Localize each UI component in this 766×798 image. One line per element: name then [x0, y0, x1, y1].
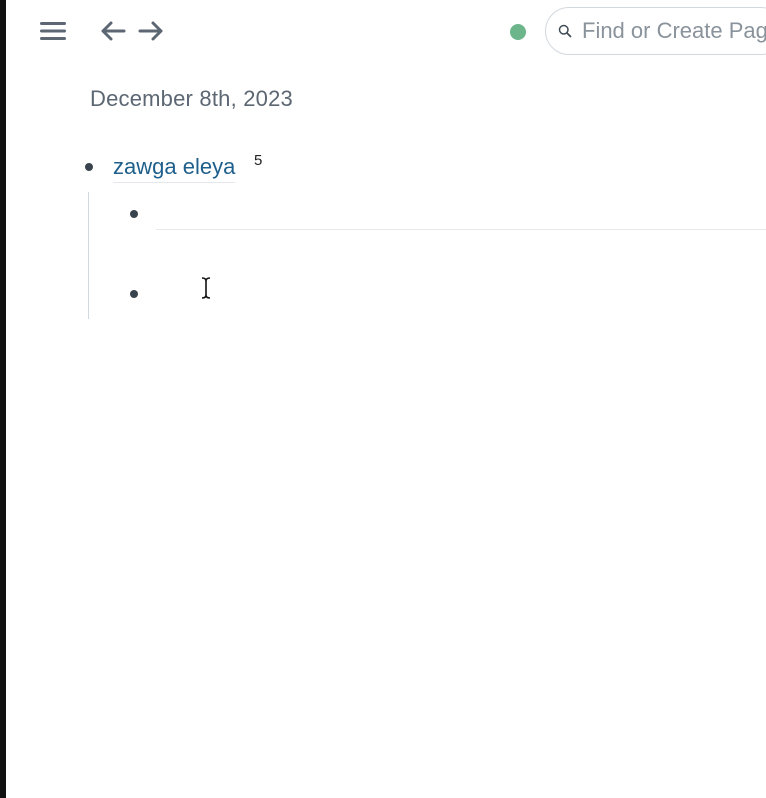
arrow-right-icon: [138, 21, 163, 41]
menu-button[interactable]: [36, 14, 70, 48]
child-block-bullet[interactable]: [130, 290, 138, 298]
topbar: [6, 0, 766, 64]
page-reference-link[interactable]: zawga eleya: [113, 154, 236, 183]
child-block[interactable]: [156, 279, 766, 309]
search-box[interactable]: [545, 7, 766, 55]
child-block-editor[interactable]: [156, 199, 766, 229]
children-guide-line[interactable]: [88, 192, 89, 319]
page-title: December 8th, 2023: [90, 86, 293, 111]
search-icon: [558, 24, 572, 38]
page-link-block: zawga eleya: [113, 154, 236, 183]
hamburger-menu-icon: [40, 22, 66, 40]
arrow-left-icon: [101, 21, 126, 41]
child-block-bullet[interactable]: [130, 210, 138, 218]
window-edge: [0, 0, 6, 798]
editor-underline: [156, 229, 766, 230]
reference-count[interactable]: 5: [254, 152, 262, 169]
text-cursor-icon: [201, 277, 211, 299]
sync-status-indicator: [510, 24, 526, 40]
back-button[interactable]: [96, 14, 130, 48]
block-bullet[interactable]: [85, 163, 93, 171]
search-input[interactable]: [580, 17, 766, 45]
forward-button[interactable]: [134, 14, 168, 48]
